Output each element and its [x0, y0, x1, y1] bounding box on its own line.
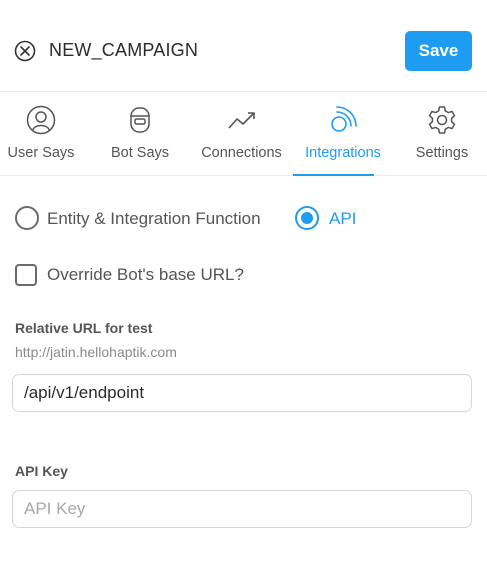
active-tab-indicator: [293, 174, 374, 176]
tab-label: Connections: [201, 145, 282, 161]
entity-integration-radio[interactable]: [15, 206, 39, 230]
api-key-input[interactable]: [12, 490, 472, 528]
user-avatar-icon: [26, 105, 56, 135]
tab-bar: User Says Bot Says Connections Integrati…: [0, 92, 487, 176]
save-button[interactable]: Save: [405, 31, 472, 71]
tab-label: User Says: [7, 145, 75, 161]
api-key-label: API Key: [15, 463, 68, 479]
page-title: NEW_CAMPAIGN: [49, 40, 199, 60]
tab-integrations[interactable]: Integrations: [293, 92, 393, 176]
tab-label: Settings: [415, 145, 469, 161]
override-base-url-label[interactable]: Override Bot's base URL?: [47, 265, 244, 285]
relative-url-label: Relative URL for test: [15, 320, 153, 336]
override-base-url-checkbox[interactable]: [15, 264, 37, 286]
tab-connections[interactable]: Connections: [196, 92, 287, 176]
signal-icon: [331, 106, 357, 132]
entity-integration-radio-label[interactable]: Entity & Integration Function: [47, 209, 261, 229]
relative-url-input[interactable]: [12, 374, 472, 412]
trending-up-icon: [227, 112, 255, 129]
tab-settings[interactable]: Settings: [406, 92, 478, 176]
tab-bot-says[interactable]: Bot Says: [100, 92, 180, 176]
robot-icon: [130, 107, 150, 133]
api-radio[interactable]: [295, 206, 319, 230]
tab-label: Integrations: [305, 145, 381, 161]
integration-type-radio-group: Entity & Integration Function API: [0, 206, 487, 232]
close-icon[interactable]: [14, 40, 36, 62]
relative-url-hint: http://jatin.hellohaptik.com: [15, 344, 177, 360]
header-bar: NEW_CAMPAIGN Save: [0, 0, 487, 92]
gear-icon: [428, 106, 456, 134]
api-radio-label[interactable]: API: [329, 209, 356, 229]
tab-label: Bot Says: [110, 145, 170, 161]
tab-user-says[interactable]: User Says: [0, 92, 82, 176]
